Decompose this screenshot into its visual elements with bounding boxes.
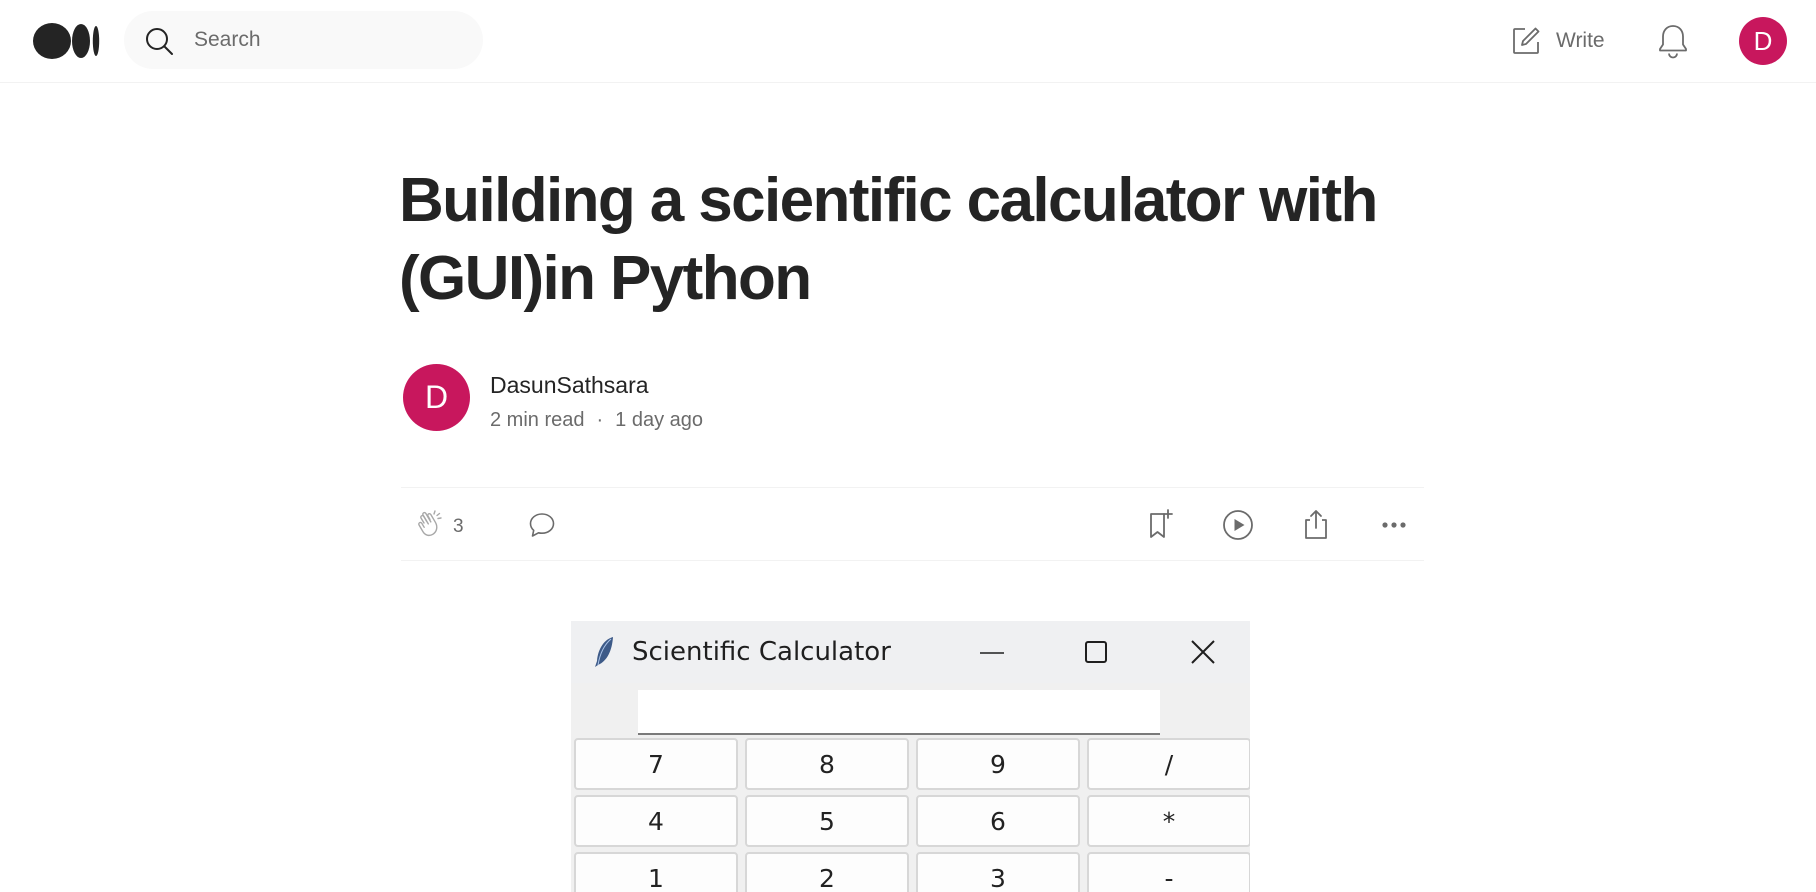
calculator-screenshot-image: Scientific Calculator 7 8 9 / 4 5 6 * 1 …: [571, 621, 1250, 892]
user-avatar[interactable]: D: [1739, 17, 1787, 65]
share-icon[interactable]: [1299, 508, 1333, 542]
write-label: Write: [1556, 29, 1605, 52]
top-navigation-bar: Write D: [0, 0, 1816, 83]
clap-count: 3: [453, 516, 464, 537]
key-5: 5: [745, 795, 909, 847]
calculator-keypad: 7 8 9 / 4 5 6 * 1 2 3 -: [574, 738, 1250, 892]
close-icon: [1191, 640, 1215, 664]
author-name-link[interactable]: DasunSathsara: [490, 372, 649, 399]
bell-icon[interactable]: [1656, 22, 1690, 60]
key-9: 9: [916, 738, 1080, 790]
key-subtract: -: [1087, 852, 1250, 892]
key-divide: /: [1087, 738, 1250, 790]
read-time: 2 min read: [490, 409, 585, 431]
article-title: Building a scientific calculator with (G…: [399, 166, 1378, 313]
comment-icon[interactable]: [527, 510, 557, 540]
key-7: 7: [574, 738, 738, 790]
article-action-bar: 3: [401, 487, 1424, 561]
tk-feather-icon: [595, 637, 613, 667]
write-icon: [1513, 27, 1540, 54]
medium-logo-icon[interactable]: [33, 22, 101, 60]
article-meta: 2 min read · 1 day ago: [490, 409, 703, 432]
key-8: 8: [745, 738, 909, 790]
bookmark-add-icon[interactable]: [1143, 508, 1177, 542]
minimize-icon: [980, 652, 1004, 654]
calculator-window-title: Scientific Calculator: [632, 637, 891, 667]
author-avatar[interactable]: D: [403, 364, 470, 431]
key-1: 1: [574, 852, 738, 892]
clap-icon[interactable]: [415, 509, 447, 541]
key-2: 2: [745, 852, 909, 892]
published-time: 1 day ago: [615, 409, 704, 431]
calculator-titlebar: Scientific Calculator: [571, 621, 1250, 683]
write-button[interactable]: Write: [1510, 22, 1605, 60]
search-input[interactable]: [194, 11, 464, 69]
search-icon: [146, 28, 173, 55]
maximize-icon: [1085, 641, 1107, 663]
more-icon[interactable]: [1377, 508, 1411, 542]
key-6: 6: [916, 795, 1080, 847]
key-3: 3: [916, 852, 1080, 892]
key-multiply: *: [1087, 795, 1250, 847]
key-4: 4: [574, 795, 738, 847]
search-box[interactable]: [124, 11, 483, 69]
calculator-display: [638, 690, 1160, 735]
play-icon[interactable]: [1221, 508, 1255, 542]
meta-separator: ·: [596, 409, 604, 431]
